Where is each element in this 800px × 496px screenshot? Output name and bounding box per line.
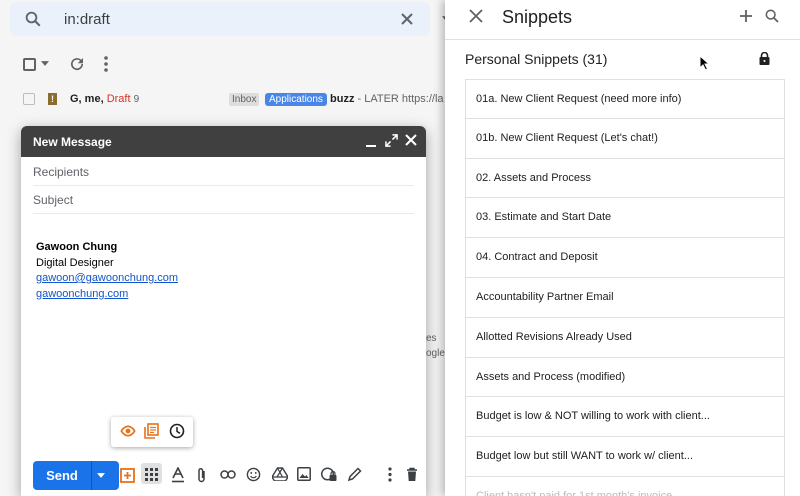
select-all-checkbox[interactable] [23,58,36,71]
photo-icon[interactable] [297,467,311,481]
snippet-item[interactable]: Assets and Process (modified) [465,357,785,398]
eye-icon[interactable] [120,424,136,438]
snippets-header: Snippets [445,0,800,40]
search-icon[interactable] [24,10,42,28]
link-icon[interactable] [220,470,236,479]
search-input[interactable]: in:draft [64,11,110,28]
mail-toolbar [0,50,440,80]
snippet-item[interactable]: Allotted Revisions Already Used [465,317,785,358]
emoji-icon[interactable] [246,467,261,482]
send-button[interactable]: Send [33,461,119,490]
snippet-item[interactable]: 01b. New Client Request (Let's chat!) [465,118,785,159]
label-applications[interactable]: Applications [265,93,327,106]
close-icon[interactable] [405,134,417,146]
draft-label: Draft [106,93,131,105]
important-marker-icon[interactable]: ! [48,93,57,105]
confidential-mode-icon[interactable] [321,467,337,482]
select-caret-icon[interactable] [41,61,49,66]
compose-window: New Message Recipients Subject Gawoon Ch… [21,126,426,496]
row-sender: G, me, Draft 9 [70,93,139,105]
expand-icon[interactable] [385,134,398,147]
send-options-caret-icon[interactable] [97,473,105,478]
snippet-item[interactable]: Client hasn't paid for 1st month's invoi… [465,476,785,496]
row-checkbox[interactable] [23,93,35,105]
compose-footer: Send [21,459,426,496]
snippet-text: - LATER https://la [357,93,444,105]
more-vertical-icon[interactable] [103,55,109,73]
snippet-item[interactable]: 01a. New Client Request (need more info) [465,79,785,119]
snippet-list: 01a. New Client Request (need more info)… [465,79,785,496]
minimize-icon[interactable] [365,134,377,148]
close-panel-icon[interactable] [469,9,483,23]
signature-email-link[interactable]: gawoon@gawoonchung.com [36,271,178,287]
row-subject: buzz - LATER https://la [330,93,444,105]
signature-website-link[interactable]: gawoonchung.com [36,287,178,303]
signature-role: Digital Designer [36,256,114,269]
mail-list-row[interactable]: ! G, me, Draft 9 Inbox Applications buzz… [0,88,445,112]
subject-text: buzz [330,93,355,105]
lock-icon[interactable] [759,52,770,65]
signature[interactable]: Gawoon Chung Digital Designer gawoon@gaw… [36,240,178,302]
compose-title: New Message [33,135,112,149]
search-bar[interactable]: in:draft [10,2,451,36]
snippet-item[interactable]: Budget is low & NOT willing to work with… [465,397,785,438]
background-text-fragment: es [426,333,437,344]
snippet-item[interactable]: 03. Estimate and Start Date [465,198,785,239]
snippet-item[interactable]: Budget low but still WANT to work w/ cli… [465,437,785,477]
thread-count: 9 [133,94,140,105]
add-snippet-icon[interactable] [120,468,135,483]
compose-header[interactable]: New Message [21,126,426,157]
snippet-item[interactable]: 02. Assets and Process [465,158,785,199]
mouse-cursor-icon [699,55,710,71]
clear-search-icon[interactable] [400,12,414,26]
discard-draft-icon[interactable] [406,467,418,482]
drive-icon[interactable] [272,467,288,481]
add-snippet-plus-icon[interactable] [739,9,753,23]
signature-pen-icon[interactable] [347,467,362,482]
more-options-icon[interactable] [388,467,392,482]
recipients-field[interactable]: Recipients [33,158,414,186]
snippet-item[interactable]: Accountability Partner Email [465,277,785,318]
snippets-panel: Snippets Personal Snippets (31) 01a. New… [445,0,800,496]
sender-names: G, me, [70,93,104,105]
snippet-item[interactable]: 04. Contract and Deposit [465,238,785,278]
section-title: Personal Snippets (31) [465,51,608,67]
signature-name: Gawoon Chung [36,241,118,253]
refresh-icon[interactable] [68,55,86,73]
send-divider [91,461,92,490]
templates-icon[interactable] [144,423,159,439]
subject-field[interactable]: Subject [33,186,414,214]
snippet-tools-popup [111,417,193,447]
text-format-icon[interactable] [171,467,185,483]
snippets-title: Snippets [502,7,573,27]
search-snippets-icon[interactable] [764,8,780,24]
background-text-fragment: ogle [426,348,445,359]
send-label[interactable]: Send [33,461,91,490]
label-inbox[interactable]: Inbox [229,93,260,106]
apps-grid-icon[interactable] [145,468,158,481]
attach-icon[interactable] [197,467,207,483]
clock-icon[interactable] [169,423,185,439]
